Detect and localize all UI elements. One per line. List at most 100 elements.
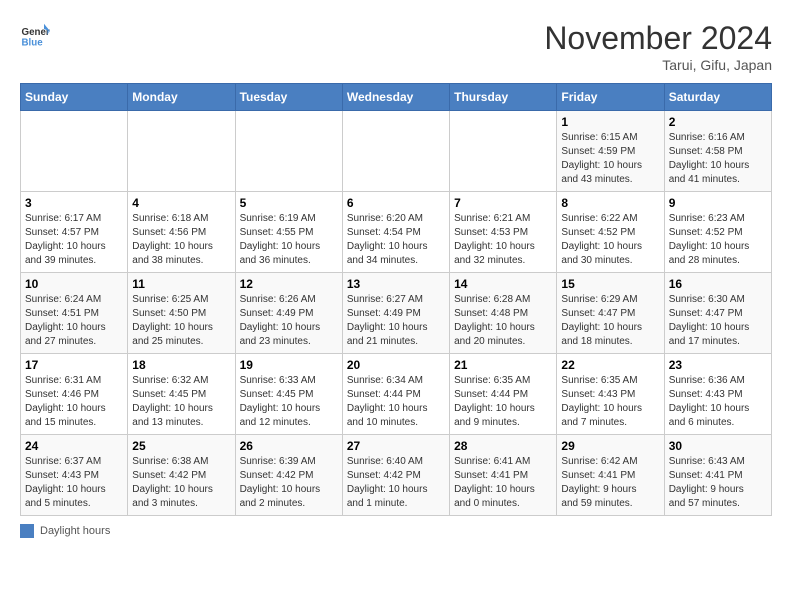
day-info: Sunrise: 6:35 AM Sunset: 4:43 PM Dayligh… [561, 374, 659, 430]
calendar-cell: 6Sunrise: 6:20 AM Sunset: 4:54 PM Daylig… [342, 192, 449, 273]
day-info: Sunrise: 6:24 AM Sunset: 4:51 PM Dayligh… [25, 293, 123, 349]
calendar-cell: 10Sunrise: 6:24 AM Sunset: 4:51 PM Dayli… [21, 273, 128, 354]
day-info: Sunrise: 6:28 AM Sunset: 4:48 PM Dayligh… [454, 293, 552, 349]
day-number: 7 [454, 196, 552, 210]
day-of-week-header: Saturday [664, 84, 771, 111]
calendar-cell: 9Sunrise: 6:23 AM Sunset: 4:52 PM Daylig… [664, 192, 771, 273]
calendar-cell: 16 Sunrise: 6:30 AM Sunset: 4:47 PM Dayli… [664, 273, 771, 354]
calendar-table: SundayMondayTuesdayWednesdayThursdayFrid… [20, 83, 772, 516]
calendar-cell: 29 Sunrise: 6:42 AM Sunset: 4:41 PM Dayli… [557, 435, 664, 516]
calendar-body: 1 Sunrise: 6:15 AM Sunset: 4:59 PM Daylig… [21, 111, 772, 516]
day-info: Sunrise: 6:27 AM Sunset: 4:49 PM Dayligh… [347, 293, 445, 349]
calendar-cell: 8 Sunrise: 6:22 AM Sunset: 4:52 PM Daylig… [557, 192, 664, 273]
day-info: Sunrise: 6:15 AM Sunset: 4:59 PM Dayligh… [561, 131, 659, 187]
calendar-cell: 21Sunrise: 6:35 AM Sunset: 4:44 PM Dayli… [450, 354, 557, 435]
calendar-week-row: 24 Sunrise: 6:37 AM Sunset: 4:43 PM Dayli… [21, 435, 772, 516]
day-info: Sunrise: 6:30 AM Sunset: 4:47 PM Dayligh… [669, 293, 767, 349]
day-number: 4 [132, 196, 230, 210]
legend-icon [20, 524, 34, 538]
day-info: Sunrise: 6:42 AM Sunset: 4:41 PM Dayligh… [561, 455, 659, 511]
calendar-cell [21, 111, 128, 192]
day-info: Sunrise: 6:18 AM Sunset: 4:56 PM Dayligh… [132, 212, 230, 268]
day-number: 8 [561, 196, 659, 210]
day-number: 2 [669, 115, 767, 129]
day-info: Sunrise: 6:33 AM Sunset: 4:45 PM Dayligh… [240, 374, 338, 430]
day-number: 18 [132, 358, 230, 372]
day-info: Sunrise: 6:21 AM Sunset: 4:53 PM Dayligh… [454, 212, 552, 268]
day-info: Sunrise: 6:36 AM Sunset: 4:43 PM Dayligh… [669, 374, 767, 430]
legend: Daylight hours [20, 524, 772, 538]
day-of-week-header: Tuesday [235, 84, 342, 111]
day-number: 23 [669, 358, 767, 372]
title-block: November 2024 Tarui, Gifu, Japan [544, 20, 772, 73]
calendar-header-row: SundayMondayTuesdayWednesdayThursdayFrid… [21, 84, 772, 111]
day-number: 29 [561, 439, 659, 453]
day-info: Sunrise: 6:41 AM Sunset: 4:41 PM Dayligh… [454, 455, 552, 511]
calendar-cell: 14 Sunrise: 6:28 AM Sunset: 4:48 PM Dayli… [450, 273, 557, 354]
day-info: Sunrise: 6:26 AM Sunset: 4:49 PM Dayligh… [240, 293, 338, 349]
calendar-cell: 30 Sunrise: 6:43 AM Sunset: 4:41 PM Dayli… [664, 435, 771, 516]
day-number: 3 [25, 196, 123, 210]
day-number: 17 [25, 358, 123, 372]
day-info: Sunrise: 6:34 AM Sunset: 4:44 PM Dayligh… [347, 374, 445, 430]
logo-icon: General Blue [20, 20, 50, 50]
day-number: 14 [454, 277, 552, 291]
calendar-cell: 23 Sunrise: 6:36 AM Sunset: 4:43 PM Dayli… [664, 354, 771, 435]
day-info: Sunrise: 6:17 AM Sunset: 4:57 PM Dayligh… [25, 212, 123, 268]
day-info: Sunrise: 6:25 AM Sunset: 4:50 PM Dayligh… [132, 293, 230, 349]
calendar-cell: 2Sunrise: 6:16 AM Sunset: 4:58 PM Daylig… [664, 111, 771, 192]
calendar-cell [342, 111, 449, 192]
day-info: Sunrise: 6:31 AM Sunset: 4:46 PM Dayligh… [25, 374, 123, 430]
calendar-week-row: 10Sunrise: 6:24 AM Sunset: 4:51 PM Dayli… [21, 273, 772, 354]
day-number: 28 [454, 439, 552, 453]
month-title: November 2024 [544, 20, 772, 57]
calendar-cell: 4 Sunrise: 6:18 AM Sunset: 4:56 PM Daylig… [128, 192, 235, 273]
calendar-cell [450, 111, 557, 192]
legend-label: Daylight hours [40, 525, 110, 537]
day-info: Sunrise: 6:38 AM Sunset: 4:42 PM Dayligh… [132, 455, 230, 511]
day-number: 15 [561, 277, 659, 291]
calendar-week-row: 1 Sunrise: 6:15 AM Sunset: 4:59 PM Daylig… [21, 111, 772, 192]
day-info: Sunrise: 6:32 AM Sunset: 4:45 PM Dayligh… [132, 374, 230, 430]
calendar-cell: 5Sunrise: 6:19 AM Sunset: 4:55 PM Daylig… [235, 192, 342, 273]
day-info: Sunrise: 6:19 AM Sunset: 4:55 PM Dayligh… [240, 212, 338, 268]
calendar-cell: 20 Sunrise: 6:34 AM Sunset: 4:44 PM Dayli… [342, 354, 449, 435]
day-info: Sunrise: 6:37 AM Sunset: 4:43 PM Dayligh… [25, 455, 123, 511]
calendar-cell: 11 Sunrise: 6:25 AM Sunset: 4:50 PM Dayli… [128, 273, 235, 354]
day-number: 13 [347, 277, 445, 291]
day-info: Sunrise: 6:23 AM Sunset: 4:52 PM Dayligh… [669, 212, 767, 268]
day-info: Sunrise: 6:35 AM Sunset: 4:44 PM Dayligh… [454, 374, 552, 430]
day-of-week-header: Sunday [21, 84, 128, 111]
calendar-week-row: 17 Sunrise: 6:31 AM Sunset: 4:46 PM Dayli… [21, 354, 772, 435]
calendar-week-row: 3 Sunrise: 6:17 AM Sunset: 4:57 PM Daylig… [21, 192, 772, 273]
calendar-cell: 17 Sunrise: 6:31 AM Sunset: 4:46 PM Dayli… [21, 354, 128, 435]
svg-text:Blue: Blue [22, 38, 44, 49]
calendar-cell: 22 Sunrise: 6:35 AM Sunset: 4:43 PM Dayli… [557, 354, 664, 435]
day-number: 30 [669, 439, 767, 453]
day-of-week-header: Friday [557, 84, 664, 111]
day-number: 24 [25, 439, 123, 453]
day-number: 22 [561, 358, 659, 372]
day-info: Sunrise: 6:43 AM Sunset: 4:41 PM Dayligh… [669, 455, 767, 511]
calendar-cell [128, 111, 235, 192]
day-of-week-header: Wednesday [342, 84, 449, 111]
calendar-cell: 24 Sunrise: 6:37 AM Sunset: 4:43 PM Dayli… [21, 435, 128, 516]
day-number: 20 [347, 358, 445, 372]
day-number: 1 [561, 115, 659, 129]
day-info: Sunrise: 6:22 AM Sunset: 4:52 PM Dayligh… [561, 212, 659, 268]
day-number: 12 [240, 277, 338, 291]
calendar-cell: 7 Sunrise: 6:21 AM Sunset: 4:53 PM Daylig… [450, 192, 557, 273]
calendar-cell: 25Sunrise: 6:38 AM Sunset: 4:42 PM Dayli… [128, 435, 235, 516]
calendar-cell: 13 Sunrise: 6:27 AM Sunset: 4:49 PM Dayli… [342, 273, 449, 354]
page-header: General Blue November 2024 Tarui, Gifu, … [20, 20, 772, 73]
calendar-cell: 19Sunrise: 6:33 AM Sunset: 4:45 PM Dayli… [235, 354, 342, 435]
calendar-cell: 3 Sunrise: 6:17 AM Sunset: 4:57 PM Daylig… [21, 192, 128, 273]
calendar-cell: 26Sunrise: 6:39 AM Sunset: 4:42 PM Dayli… [235, 435, 342, 516]
day-info: Sunrise: 6:29 AM Sunset: 4:47 PM Dayligh… [561, 293, 659, 349]
day-number: 16 [669, 277, 767, 291]
calendar-cell: 12 Sunrise: 6:26 AM Sunset: 4:49 PM Dayli… [235, 273, 342, 354]
day-number: 11 [132, 277, 230, 291]
calendar-cell [235, 111, 342, 192]
day-number: 27 [347, 439, 445, 453]
day-number: 6 [347, 196, 445, 210]
